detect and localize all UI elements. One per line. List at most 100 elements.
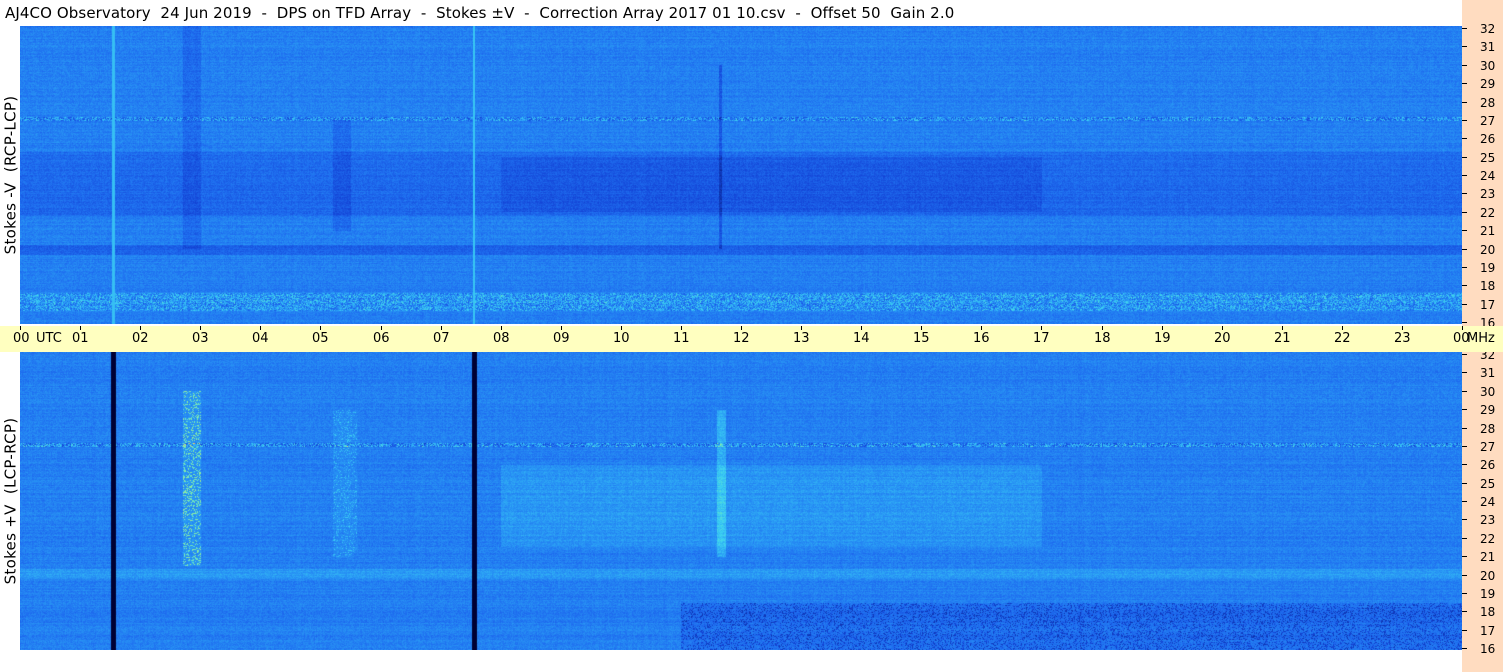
frequency-tick-label: 19 bbox=[1480, 587, 1496, 601]
frequency-tick-label: 30 bbox=[1480, 59, 1496, 73]
frequency-tick-mark bbox=[1462, 157, 1467, 158]
frequency-tick: 30 bbox=[1462, 385, 1503, 399]
bottom-panel-ylabel: Stokes +V (LCP-RCP) bbox=[0, 352, 20, 650]
frequency-tick: 16 bbox=[1462, 642, 1503, 656]
frequency-tick-mark bbox=[1462, 285, 1467, 286]
time-tick-mark bbox=[1041, 326, 1042, 330]
frequency-tick: 25 bbox=[1462, 477, 1503, 491]
time-tick-label: 17 bbox=[1033, 331, 1050, 346]
time-tick-label: 07 bbox=[433, 331, 450, 346]
frequency-tick: 24 bbox=[1462, 495, 1503, 509]
frequency-tick-label: 22 bbox=[1480, 206, 1496, 220]
frequency-tick-label: 29 bbox=[1480, 77, 1496, 91]
time-tick-label: 14 bbox=[853, 331, 870, 346]
frequency-tick: 31 bbox=[1462, 40, 1503, 54]
time-tick-mark bbox=[981, 326, 982, 330]
top-panel-ylabel-text: Stokes -V (RCP-LCP) bbox=[1, 95, 20, 255]
frequency-tick-mark bbox=[1462, 648, 1467, 649]
frequency-tick: 32 bbox=[1462, 22, 1503, 36]
time-tick-mark bbox=[20, 326, 21, 330]
spectrogram-top-canvas bbox=[20, 26, 1462, 324]
time-tick-mark bbox=[681, 326, 682, 330]
frequency-tick-mark bbox=[1462, 501, 1467, 502]
time-tick-label: 08 bbox=[493, 331, 510, 346]
frequency-tick: 29 bbox=[1462, 403, 1503, 417]
frequency-tick-label: 17 bbox=[1480, 624, 1496, 638]
time-tick-label: 16 bbox=[973, 331, 990, 346]
frequency-tick: 27 bbox=[1462, 440, 1503, 454]
spectrogram-stokes-minus-v bbox=[20, 26, 1462, 324]
frequency-tick-label: 32 bbox=[1480, 22, 1496, 36]
time-tick-mark bbox=[1462, 326, 1463, 330]
frequency-tick-mark bbox=[1462, 322, 1467, 323]
frequency-tick: 26 bbox=[1462, 458, 1503, 472]
frequency-tick-label: 25 bbox=[1480, 151, 1496, 165]
time-tick-label: 13 bbox=[793, 331, 810, 346]
frequency-tick-label: 28 bbox=[1480, 96, 1496, 110]
frequency-tick-mark bbox=[1462, 446, 1467, 447]
frequency-tick-label: 24 bbox=[1480, 495, 1496, 509]
time-tick-label: 15 bbox=[913, 331, 930, 346]
frequency-tick-mark bbox=[1462, 175, 1467, 176]
frequency-tick-label: 24 bbox=[1480, 169, 1496, 183]
frequency-tick-mark bbox=[1462, 28, 1467, 29]
frequency-tick: 17 bbox=[1462, 298, 1503, 312]
time-tick-mark bbox=[80, 326, 81, 330]
time-tick-mark bbox=[1282, 326, 1283, 330]
top-frequency-ticks: 16 17 18 19 20 21 22 23 24 25 26 27 28 29 30 31 32 bbox=[1462, 22, 1503, 330]
frequency-tick-label: 22 bbox=[1480, 532, 1496, 546]
frequency-tick-label: 31 bbox=[1480, 40, 1496, 54]
frequency-tick-mark bbox=[1462, 483, 1467, 484]
time-tick-mark bbox=[140, 326, 141, 330]
frequency-tick: 31 bbox=[1462, 366, 1503, 380]
frequency-tick-mark bbox=[1462, 212, 1467, 213]
frequency-tick: 21 bbox=[1462, 224, 1503, 238]
time-tick-label: 00 bbox=[13, 331, 30, 346]
time-tick-label: 00 bbox=[1453, 331, 1470, 346]
top-panel-ylabel: Stokes -V (RCP-LCP) bbox=[0, 26, 20, 324]
time-tick-mark bbox=[1342, 326, 1343, 330]
time-tick-mark bbox=[561, 326, 562, 330]
frequency-tick-label: 23 bbox=[1480, 513, 1496, 527]
frequency-tick: 18 bbox=[1462, 605, 1503, 619]
frequency-tick-label: 18 bbox=[1480, 279, 1496, 293]
time-tick-mark bbox=[861, 326, 862, 330]
spectrogram-bottom-canvas bbox=[20, 352, 1462, 650]
frequency-tick-label: 27 bbox=[1480, 114, 1496, 128]
frequency-tick: 19 bbox=[1462, 261, 1503, 275]
time-tick-label: 03 bbox=[192, 331, 209, 346]
frequency-tick-mark bbox=[1462, 428, 1467, 429]
frequency-tick: 28 bbox=[1462, 422, 1503, 436]
time-tick-mark bbox=[1102, 326, 1103, 330]
frequency-tick-mark bbox=[1462, 519, 1467, 520]
time-tick-mark bbox=[200, 326, 201, 330]
frequency-tick: 22 bbox=[1462, 532, 1503, 546]
time-tick-mark bbox=[1402, 326, 1403, 330]
bottom-frequency-ticks: 16 17 18 19 20 21 22 23 24 25 26 27 28 29 30 31 32 bbox=[1462, 348, 1503, 656]
time-tick-mark bbox=[381, 326, 382, 330]
frequency-tick: 30 bbox=[1462, 59, 1503, 73]
frequency-tick-mark bbox=[1462, 120, 1467, 121]
frequency-tick-label: 29 bbox=[1480, 403, 1496, 417]
frequency-tick: 20 bbox=[1462, 243, 1503, 257]
time-tick-mark bbox=[501, 326, 502, 330]
mhz-unit-label: MHz bbox=[1467, 331, 1495, 346]
frequency-tick-mark bbox=[1462, 556, 1467, 557]
bottom-panel-ylabel-text: Stokes +V (LCP-RCP) bbox=[1, 417, 19, 585]
frequency-tick-label: 28 bbox=[1480, 422, 1496, 436]
time-tick-label: 11 bbox=[673, 331, 690, 346]
time-tick-mark bbox=[741, 326, 742, 330]
frequency-tick-mark bbox=[1462, 65, 1467, 66]
frequency-tick: 17 bbox=[1462, 624, 1503, 638]
frequency-tick-mark bbox=[1462, 409, 1467, 410]
frequency-tick-mark bbox=[1462, 464, 1467, 465]
frequency-tick-mark bbox=[1462, 46, 1467, 47]
time-tick-mark bbox=[921, 326, 922, 330]
frequency-tick-mark bbox=[1462, 83, 1467, 84]
frequency-tick-mark bbox=[1462, 249, 1467, 250]
time-tick-label: 19 bbox=[1154, 331, 1171, 346]
frequency-tick-mark bbox=[1462, 538, 1467, 539]
frequency-tick: 26 bbox=[1462, 132, 1503, 146]
frequency-tick: 20 bbox=[1462, 569, 1503, 583]
frequency-tick-label: 21 bbox=[1480, 224, 1496, 238]
